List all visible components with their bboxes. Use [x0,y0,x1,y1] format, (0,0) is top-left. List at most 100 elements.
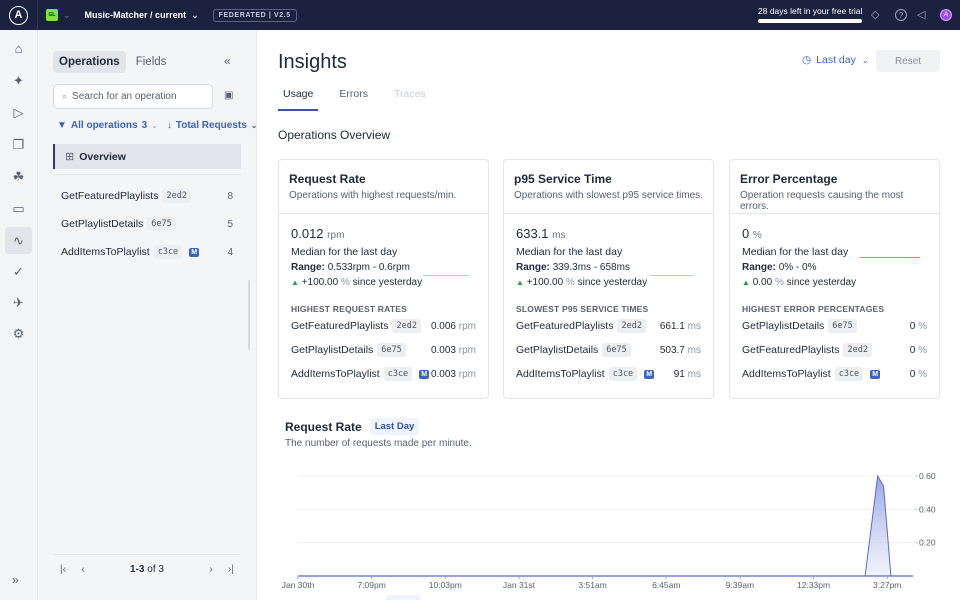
chevron-down-icon[interactable]: ⌄ [151,121,158,130]
list-row[interactable]: AddItemsToPlaylist c3ce M 91 ms [516,362,701,386]
prev-page-icon[interactable]: ‹ [73,564,93,575]
help-icon[interactable]: ? [895,9,907,21]
last-page-icon[interactable]: ›| [221,564,241,575]
changelog-icon[interactable]: ❐ [5,131,32,158]
tab-errors[interactable]: Errors [334,88,373,111]
collapse-sidebar-icon[interactable]: « [224,54,231,68]
card-subtitle: Operations with slowest p95 service time… [514,190,703,201]
delta-unit: % [774,277,784,288]
chevron-down-icon: ⌄ [861,55,869,65]
client-filter-icon[interactable]: ▣ [224,90,233,101]
reset-button[interactable]: Reset [876,50,940,72]
operation-row[interactable]: AddItemsToPlaylist c3ce M 4 [53,238,241,266]
page-total: of 3 [147,564,164,575]
sparkline [650,275,694,276]
overview-item[interactable]: ⊞ Overview [53,144,241,169]
insights-tabs: Usage Errors Traces [278,88,447,111]
row-value: 0 [909,320,916,332]
operation-name: GetPlaylistDetails [61,218,144,230]
list-row[interactable]: GetFeaturedPlaylists 2ed2 661.1 ms [516,314,701,338]
list-row[interactable]: GetPlaylistDetails 6e75 503.7 ms [516,338,701,362]
tab-usage[interactable]: Usage [278,88,319,111]
list-row[interactable]: GetFeaturedPlaylists 2ed2 0.006 rpm [291,314,476,338]
graph-selector[interactable]: Music-Matcher / current ⌄ [85,10,199,21]
card-subtitle: Operation requests causing the most erro… [740,190,904,212]
clients-icon[interactable]: ▭ [5,195,32,222]
operation-name: GetFeaturedPlaylists [61,190,159,202]
operation-hash: c3ce [153,245,183,259]
delta-value: +100.00 [526,277,564,288]
next-page-icon[interactable]: › [201,564,221,575]
explorer-icon[interactable]: ▷ [5,99,32,126]
filter-bar: ▼ All operations 3 ⌄ ↓ Total Requests ⌄ [57,120,262,131]
median-label: Median for the last day [516,246,623,258]
delta-text: ▲ +100.00 % since yesterday [291,277,476,288]
expand-nav-icon[interactable]: » [12,573,19,587]
range-label: Range: [516,262,550,273]
operation-hash: 6e75 [828,319,857,333]
chevron-down-icon: ⌄ [191,9,199,20]
tab-traces[interactable]: Traces [389,88,431,111]
up-arrow-icon: ▲ [742,278,750,287]
metric-number: 0 [742,226,750,241]
row-value: 661.1 [659,320,685,332]
sidebar-scrollbar[interactable] [248,280,250,350]
sort-arrow-icon[interactable]: ↓ [167,120,172,131]
subgraphs-icon[interactable]: ☘ [5,163,32,190]
operation-row[interactable]: GetPlaylistDetails 6e75 5 [53,210,241,238]
search-input[interactable] [72,91,203,102]
series-area [298,476,913,576]
list-row[interactable]: GetPlaylistDetails 6e75 0 % [742,314,927,338]
filter-icon[interactable]: ▼ [57,120,67,131]
chevron-down-icon[interactable]: ⌄ [251,121,258,130]
range-label: Range: [291,262,325,273]
list-row[interactable]: GetFeaturedPlaylists 2ed2 0 % [742,338,927,362]
x-tick-label: 3:51am [578,580,606,590]
operation-row[interactable]: GetFeaturedPlaylists 2ed2 8 [53,182,241,210]
tab-fields[interactable]: Fields [130,51,173,73]
apollo-logo[interactable]: A [0,0,38,30]
operation-search[interactable]: ⌕ [53,84,213,109]
chart-title-text: Request Rate [285,419,362,434]
pagination: |‹ ‹ 1-3 of 3 › ›| [53,564,241,575]
home-icon[interactable]: ⌂ [5,35,32,62]
divider [53,174,241,175]
sort-label[interactable]: Total Requests [176,120,247,131]
time-range-selector[interactable]: ◷ Last day ⌄ [802,54,869,66]
megaphone-icon[interactable]: ◁ [917,8,925,21]
first-page-icon[interactable]: |‹ [53,564,73,575]
list-row[interactable]: AddItemsToPlaylist c3ce M 0 % [742,362,927,386]
operations-sidebar: Operations Fields « ⌕ ▣ ▼ All operations… [38,30,258,600]
settings-icon[interactable]: ⚙ [5,320,32,347]
operation-hash: 2ed2 [617,319,646,333]
org-badge[interactable]: GL [46,9,58,21]
time-range-label: Last day [816,54,856,66]
insights-icon[interactable]: ∿ [5,227,32,254]
schema-icon[interactable]: ✦ [5,67,32,94]
operation-hash: 2ed2 [392,319,421,333]
metric-unit: rpm [327,230,345,241]
filter-label[interactable]: All operations [71,120,138,131]
layers-icon[interactable]: ◇ [871,8,879,21]
metric-value: 0 % [742,226,927,241]
delta-value: +100.00 [301,277,339,288]
x-tick-label: 3:27pm [873,580,901,590]
top-bar: A GL ⌄ Music-Matcher / current ⌄ FEDERATE… [0,0,960,30]
checks-icon[interactable]: ✓ [5,258,32,285]
metric-number: 633.1 [516,226,549,241]
page-info: 1-3 of 3 [93,564,201,575]
launches-icon[interactable]: ✈ [5,289,32,316]
list-row[interactable]: GetPlaylistDetails 6e75 0.003 rpm [291,338,476,362]
card-title: Request Rate [289,172,366,186]
trial-indicator[interactable]: 28 days left in your free trial [758,6,862,23]
list-row[interactable]: AddItemsToPlaylist c3ce M 0.003 rpm [291,362,476,386]
chevron-down-icon[interactable]: ⌄ [63,10,71,21]
section-title: Operations Overview [278,128,391,142]
nav-rail: ⌂ ✦ ▷ ❐ ☘ ▭ ∿ ✓ ✈ ⚙ » [0,30,38,600]
avatar[interactable]: A [940,9,952,21]
mutation-badge: M [644,369,655,379]
tab-operations[interactable]: Operations [53,51,126,73]
row-value: 0.003 [430,344,456,356]
row-unit: ms [687,320,701,332]
x-tick-label: Jan 30th [282,580,315,590]
